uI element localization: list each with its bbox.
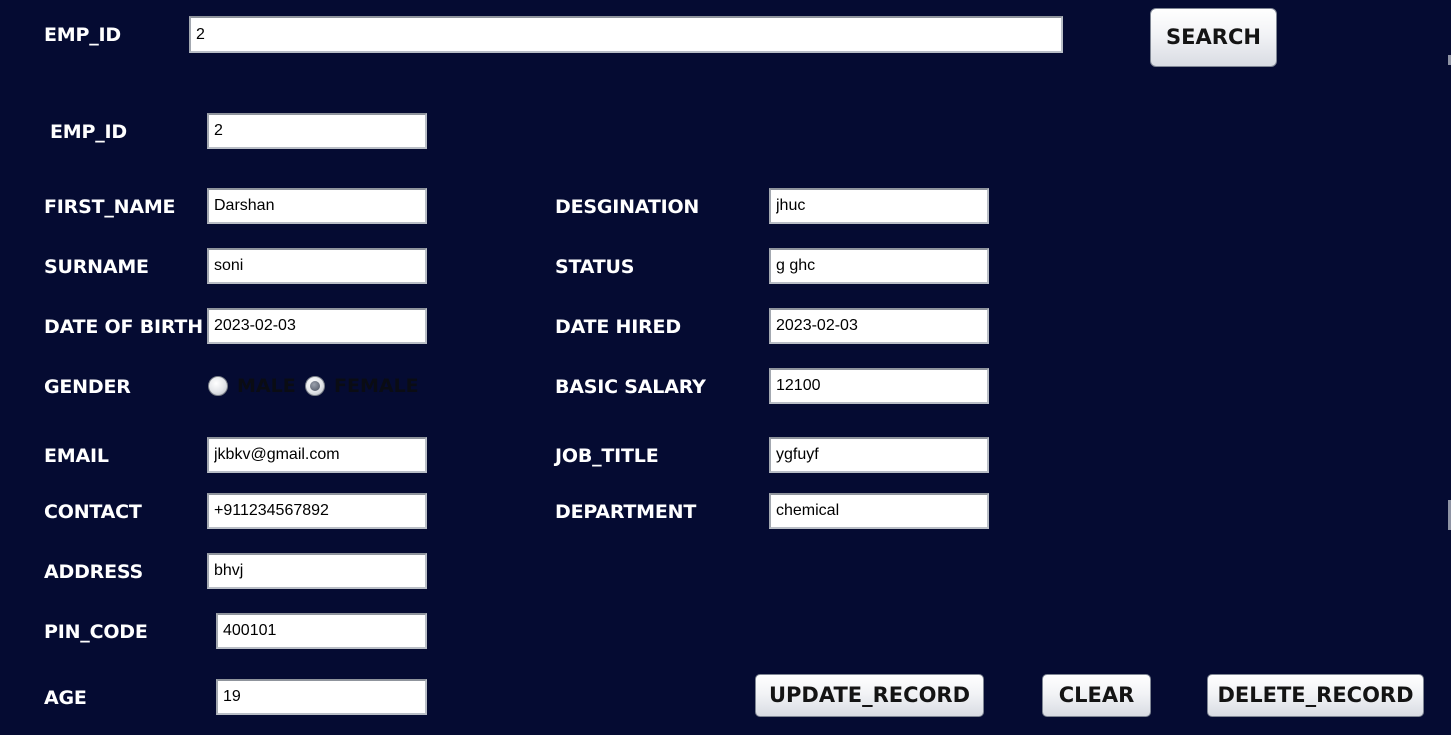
pin-code-field[interactable] bbox=[216, 613, 427, 649]
job-title-label: JOB_TITLE bbox=[555, 445, 659, 467]
female-radio[interactable] bbox=[305, 376, 325, 396]
designation-field[interactable] bbox=[769, 188, 989, 224]
search-button[interactable]: SEARCH bbox=[1150, 8, 1277, 67]
gender-female-option[interactable]: FEMALE bbox=[305, 375, 419, 397]
clear-button[interactable]: CLEAR bbox=[1042, 674, 1151, 717]
department-label: DEPARTMENT bbox=[555, 501, 697, 523]
gender-label: GENDER bbox=[44, 376, 131, 398]
male-radio[interactable] bbox=[208, 376, 228, 396]
job-title-field[interactable] bbox=[769, 437, 989, 473]
female-radio-label: FEMALE bbox=[334, 375, 419, 397]
update-record-button[interactable]: UPDATE_RECORD bbox=[755, 674, 984, 717]
surname-label: SURNAME bbox=[44, 256, 149, 278]
gender-male-option[interactable]: MALE bbox=[208, 375, 296, 397]
date-of-birth-field[interactable] bbox=[207, 308, 427, 344]
contact-label: CONTACT bbox=[44, 501, 142, 523]
age-field[interactable] bbox=[216, 679, 427, 715]
first-name-label: FIRST_NAME bbox=[44, 196, 176, 218]
date-of-birth-label: DATE OF BIRTH bbox=[44, 316, 203, 338]
status-label: STATUS bbox=[555, 256, 635, 278]
surname-field[interactable] bbox=[207, 248, 427, 284]
email-field[interactable] bbox=[207, 437, 427, 473]
emp-id-label: EMP_ID bbox=[50, 121, 127, 143]
address-label: ADDRESS bbox=[44, 561, 143, 583]
pin-code-label: PIN_CODE bbox=[44, 621, 148, 643]
date-hired-label: DATE HIRED bbox=[555, 316, 681, 338]
emp-id-field[interactable] bbox=[207, 113, 427, 149]
age-label: AGE bbox=[44, 687, 87, 709]
basic-salary-field[interactable] bbox=[769, 368, 989, 404]
email-label: EMAIL bbox=[44, 445, 109, 467]
first-name-field[interactable] bbox=[207, 188, 427, 224]
date-hired-field[interactable] bbox=[769, 308, 989, 344]
delete-record-button[interactable]: DELETE_RECORD bbox=[1207, 674, 1424, 717]
address-field[interactable] bbox=[207, 553, 427, 589]
contact-field[interactable] bbox=[207, 493, 427, 529]
designation-label: DESGINATION bbox=[555, 196, 700, 218]
department-field[interactable] bbox=[769, 493, 989, 529]
search-emp-id-input[interactable] bbox=[189, 16, 1063, 53]
male-radio-label: MALE bbox=[237, 375, 296, 397]
basic-salary-label: BASIC SALARY bbox=[555, 376, 706, 398]
search-emp-id-label: EMP_ID bbox=[44, 24, 121, 46]
status-field[interactable] bbox=[769, 248, 989, 284]
